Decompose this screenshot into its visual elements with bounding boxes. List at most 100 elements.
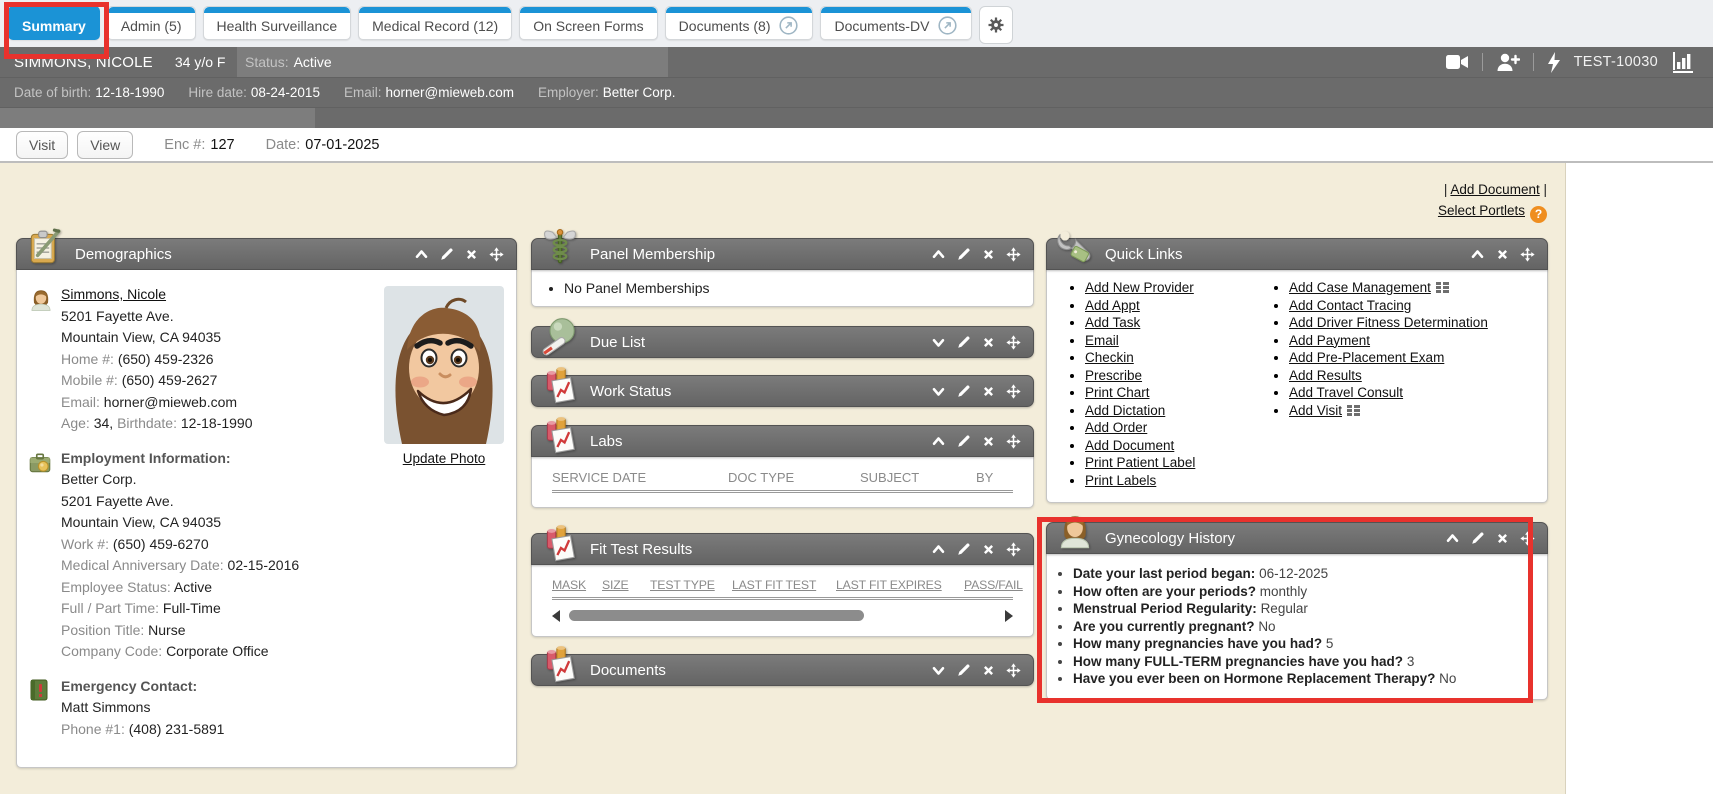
close-icon[interactable] — [981, 434, 996, 449]
quick-link[interactable]: Prescribe — [1085, 367, 1257, 385]
tab-summary[interactable]: Summary — [8, 6, 100, 40]
collapse-icon[interactable] — [931, 542, 946, 557]
scroll-left-arrow[interactable] — [552, 610, 560, 622]
quick-link[interactable]: Add Contact Tracing — [1289, 297, 1488, 315]
update-photo-link[interactable]: Update Photo — [403, 451, 486, 466]
quick-link[interactable]: Print Chart — [1085, 384, 1257, 402]
horizontal-scrollbar[interactable] — [552, 609, 1013, 622]
quick-link[interactable]: Add Payment — [1289, 332, 1488, 350]
portlet-demographics-header[interactable]: Demographics — [16, 238, 517, 270]
collapse-icon[interactable] — [1445, 531, 1460, 546]
move-icon[interactable] — [1006, 247, 1021, 262]
flowsheet-chart-icon[interactable] — [1671, 52, 1695, 73]
quick-link[interactable]: Add Driver Fitness Determination — [1289, 314, 1488, 332]
fit-col-test-type[interactable]: TEST TYPE — [650, 578, 732, 592]
quick-link[interactable]: Print Patient Label — [1085, 454, 1257, 472]
quick-link[interactable]: Add Task — [1085, 314, 1257, 332]
fit-col-last-fit-expires[interactable]: LAST FIT EXPIRES — [836, 578, 964, 592]
medical-anniversary: Medical Anniversary Date: 02-15-2016 — [61, 555, 299, 577]
quick-link[interactable]: Add Travel Consult — [1289, 384, 1488, 402]
edit-icon[interactable] — [956, 542, 971, 557]
expand-icon[interactable] — [931, 335, 946, 350]
close-icon[interactable] — [981, 663, 996, 678]
select-portlets-link[interactable]: Select Portlets — [1438, 203, 1525, 218]
quick-link[interactable]: Add Results — [1289, 367, 1488, 385]
close-icon[interactable] — [981, 335, 996, 350]
quick-link[interactable]: Add Document — [1085, 437, 1257, 455]
scroll-right-arrow[interactable] — [1005, 610, 1013, 622]
fit-col-mask[interactable]: MASK — [552, 578, 602, 592]
portlet-fit-test-header[interactable]: Fit Test Results — [531, 533, 1034, 565]
open-new-window-icon[interactable] — [937, 15, 958, 36]
quick-link[interactable]: Add Appt — [1085, 297, 1257, 315]
close-icon[interactable] — [981, 247, 996, 262]
collapse-icon[interactable] — [931, 247, 946, 262]
edit-icon[interactable] — [956, 384, 971, 399]
help-icon[interactable]: ? — [1530, 206, 1547, 223]
quick-link[interactable]: Add New Provider — [1085, 279, 1257, 297]
tab-documents[interactable]: Documents (8) — [665, 6, 814, 40]
portlet-gynecology-header[interactable]: Gynecology History — [1046, 522, 1548, 554]
quick-link[interactable]: Add Pre-Placement Exam — [1289, 349, 1488, 367]
edit-icon[interactable] — [956, 247, 971, 262]
tab-admin[interactable]: Admin (5) — [107, 6, 196, 40]
quick-link[interactable]: Checkin — [1085, 349, 1257, 367]
tab-admin-label: Admin (5) — [121, 18, 182, 34]
move-icon[interactable] — [1006, 384, 1021, 399]
fit-col-pass-fail[interactable]: PASS/FAIL — [964, 578, 1023, 592]
move-icon[interactable] — [1006, 335, 1021, 350]
quick-link[interactable]: Add Visit — [1289, 402, 1488, 420]
tab-settings-button[interactable] — [979, 6, 1013, 44]
video-call-icon[interactable] — [1445, 53, 1469, 71]
portlet-work-status-header[interactable]: Work Status — [531, 375, 1034, 407]
view-button[interactable]: View — [77, 131, 133, 159]
portlet-due-list-header[interactable]: Due List — [531, 326, 1034, 358]
move-icon[interactable] — [489, 247, 504, 262]
quick-link[interactable]: Add Order — [1085, 419, 1257, 437]
portlet-labs-header[interactable]: Labs — [531, 425, 1034, 457]
expand-icon[interactable] — [931, 663, 946, 678]
edit-icon[interactable] — [956, 663, 971, 678]
chart-document-icon — [539, 414, 581, 456]
visit-button[interactable]: Visit — [16, 131, 68, 159]
portlet-documents-header[interactable]: Documents — [531, 654, 1034, 686]
add-user-icon[interactable] — [1496, 52, 1520, 72]
edit-icon[interactable] — [439, 247, 454, 262]
panel-membership-body: No Panel Memberships — [531, 270, 1034, 307]
fit-col-size[interactable]: SIZE — [602, 578, 650, 592]
move-icon[interactable] — [1006, 542, 1021, 557]
scrollbar-thumb[interactable] — [569, 610, 864, 621]
tab-health-surveillance[interactable]: Health Surveillance — [203, 6, 352, 40]
quick-link[interactable]: Add Case Management — [1289, 279, 1488, 297]
close-icon[interactable] — [464, 247, 479, 262]
collapse-icon[interactable] — [931, 434, 946, 449]
move-icon[interactable] — [1006, 434, 1021, 449]
close-icon[interactable] — [981, 542, 996, 557]
edit-icon[interactable] — [956, 335, 971, 350]
collapse-icon[interactable] — [414, 247, 429, 262]
move-icon[interactable] — [1006, 663, 1021, 678]
move-icon[interactable] — [1520, 531, 1535, 546]
tab-on-screen-forms[interactable]: On Screen Forms — [519, 6, 657, 40]
move-icon[interactable] — [1520, 247, 1535, 262]
edit-icon[interactable] — [1470, 531, 1485, 546]
fit-col-last-fit-test[interactable]: LAST FIT TEST — [732, 578, 836, 592]
portlet-quick-links-header[interactable]: Quick Links — [1046, 238, 1548, 270]
close-icon[interactable] — [981, 384, 996, 399]
quick-link[interactable]: Print Labels — [1085, 472, 1257, 490]
quick-action-bolt-icon[interactable] — [1547, 52, 1561, 73]
tab-medical-record[interactable]: Medical Record (12) — [358, 6, 512, 40]
collapse-icon[interactable] — [1470, 247, 1485, 262]
close-icon[interactable] — [1495, 531, 1510, 546]
quick-link[interactable]: Add Dictation — [1085, 402, 1257, 420]
patient-name-link[interactable]: Simmons, Nicole — [61, 286, 166, 302]
quick-link[interactable]: Email — [1085, 332, 1257, 350]
portlet-panel-membership-header[interactable]: Panel Membership — [531, 238, 1034, 270]
edit-icon[interactable] — [956, 434, 971, 449]
expand-icon[interactable] — [931, 384, 946, 399]
close-icon[interactable] — [1495, 247, 1510, 262]
open-new-window-icon[interactable] — [778, 15, 799, 36]
tab-documents-dv[interactable]: Documents-DV — [820, 6, 972, 40]
add-document-link[interactable]: Add Document — [1450, 182, 1539, 197]
portlet-controls — [1445, 531, 1535, 546]
